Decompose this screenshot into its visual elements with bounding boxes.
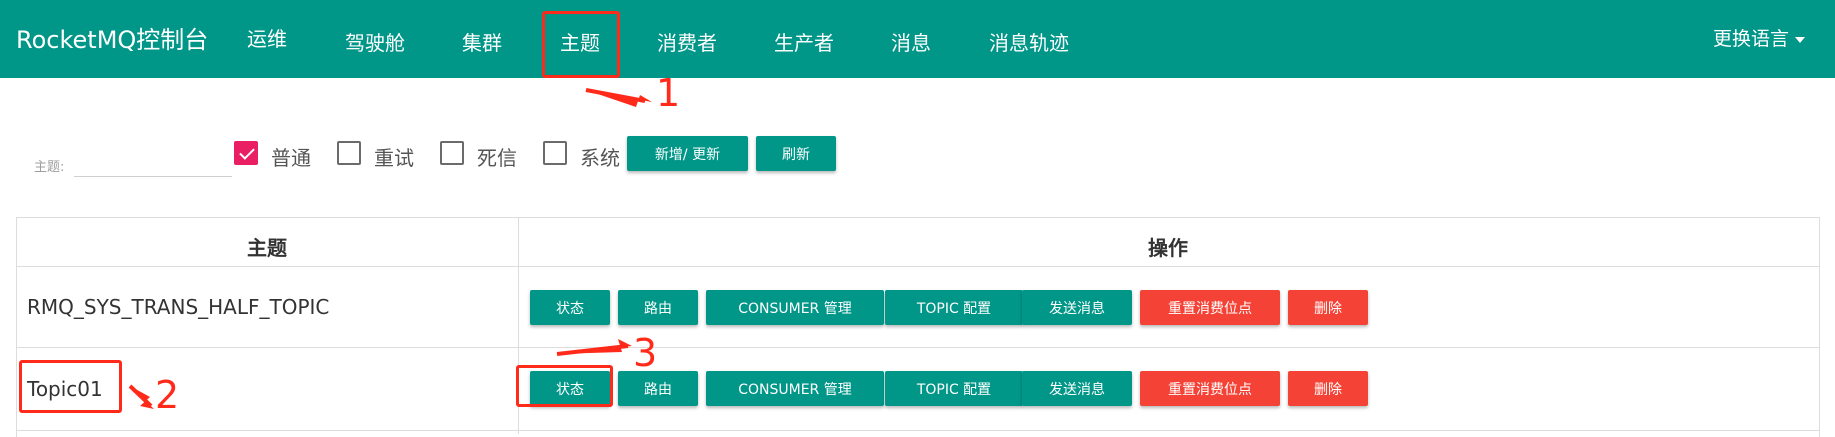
annotation-number-3: 3 [633, 331, 658, 375]
annotation-number-1: 1 [656, 71, 681, 115]
annotation-arrows [128, 88, 652, 409]
annotation-number-2: 2 [155, 373, 180, 417]
